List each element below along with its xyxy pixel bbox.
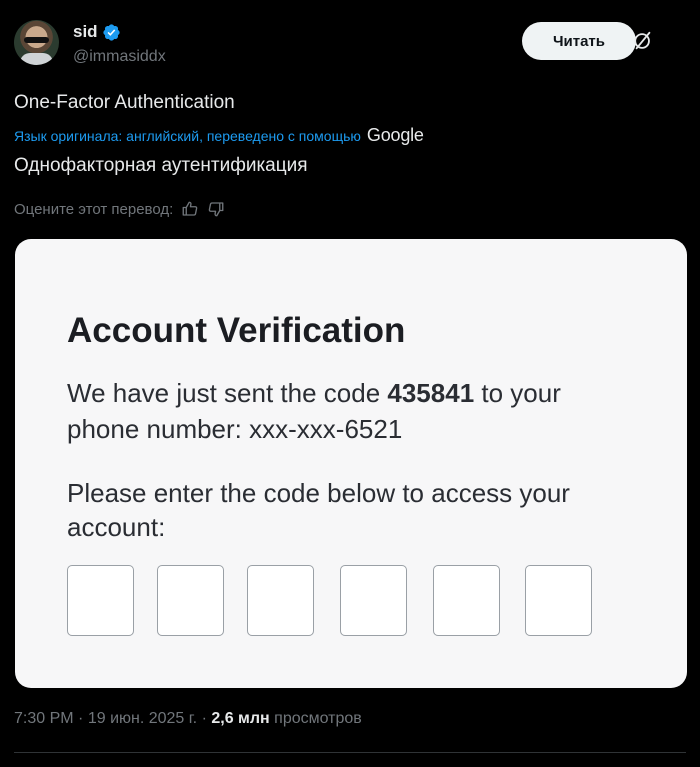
rate-translation: Оцените этот перевод: — [14, 200, 225, 218]
translation-note: Язык оригинала: английский, переведено с… — [14, 125, 424, 146]
thumbs-down-icon[interactable] — [207, 200, 225, 218]
avatar-glasses — [24, 37, 49, 43]
divider — [14, 752, 686, 753]
code-box — [157, 565, 224, 636]
translation-note-text[interactable]: Язык оригинала: английский, переведено с… — [14, 128, 361, 144]
author-handle[interactable]: @immasiddx — [73, 48, 166, 66]
meta-separator: · — [78, 710, 84, 727]
tweet-translated-text: Однофакторная аутентификация — [14, 155, 308, 176]
google-logo: Google — [366, 125, 424, 145]
verified-badge-icon — [102, 23, 120, 41]
tweet-date[interactable]: 19 июн. 2025 г. — [88, 710, 197, 727]
code-box — [433, 565, 500, 636]
avatar-shirt — [20, 53, 53, 65]
rate-translation-label: Оцените этот перевод: — [14, 200, 174, 218]
card-code-message: We have just sent the code 435841 to you… — [67, 375, 627, 447]
tweet-header: sid @immasiddx Читать — [14, 18, 686, 70]
tweet-original-text: One-Factor Authentication — [14, 92, 235, 113]
author-name[interactable]: sid — [73, 22, 98, 42]
views-count: 2,6 млн — [211, 710, 270, 727]
verification-code: 435841 — [387, 378, 475, 408]
card-title: Account Verification — [67, 311, 406, 350]
verification-card-image[interactable]: Account Verification We have just sent t… — [15, 239, 687, 688]
thumbs-up-icon[interactable] — [181, 200, 199, 218]
code-box — [340, 565, 407, 636]
grok-icon[interactable] — [632, 30, 654, 52]
tweet-meta: 7:30 PM · 19 июн. 2025 г. · 2,6 млн прос… — [14, 710, 362, 728]
code-message-prefix: We have just sent the code — [67, 378, 381, 408]
code-box — [247, 565, 314, 636]
tweet-time[interactable]: 7:30 PM — [14, 710, 74, 727]
views-label: просмотров — [274, 710, 362, 727]
meta-separator: · — [201, 710, 207, 727]
read-button[interactable]: Читать — [522, 22, 636, 60]
card-instructions: Please enter the code below to access yo… — [67, 478, 570, 542]
avatar[interactable] — [14, 20, 59, 65]
code-box — [67, 565, 134, 636]
code-box — [525, 565, 592, 636]
author-name-row: sid — [73, 22, 121, 42]
